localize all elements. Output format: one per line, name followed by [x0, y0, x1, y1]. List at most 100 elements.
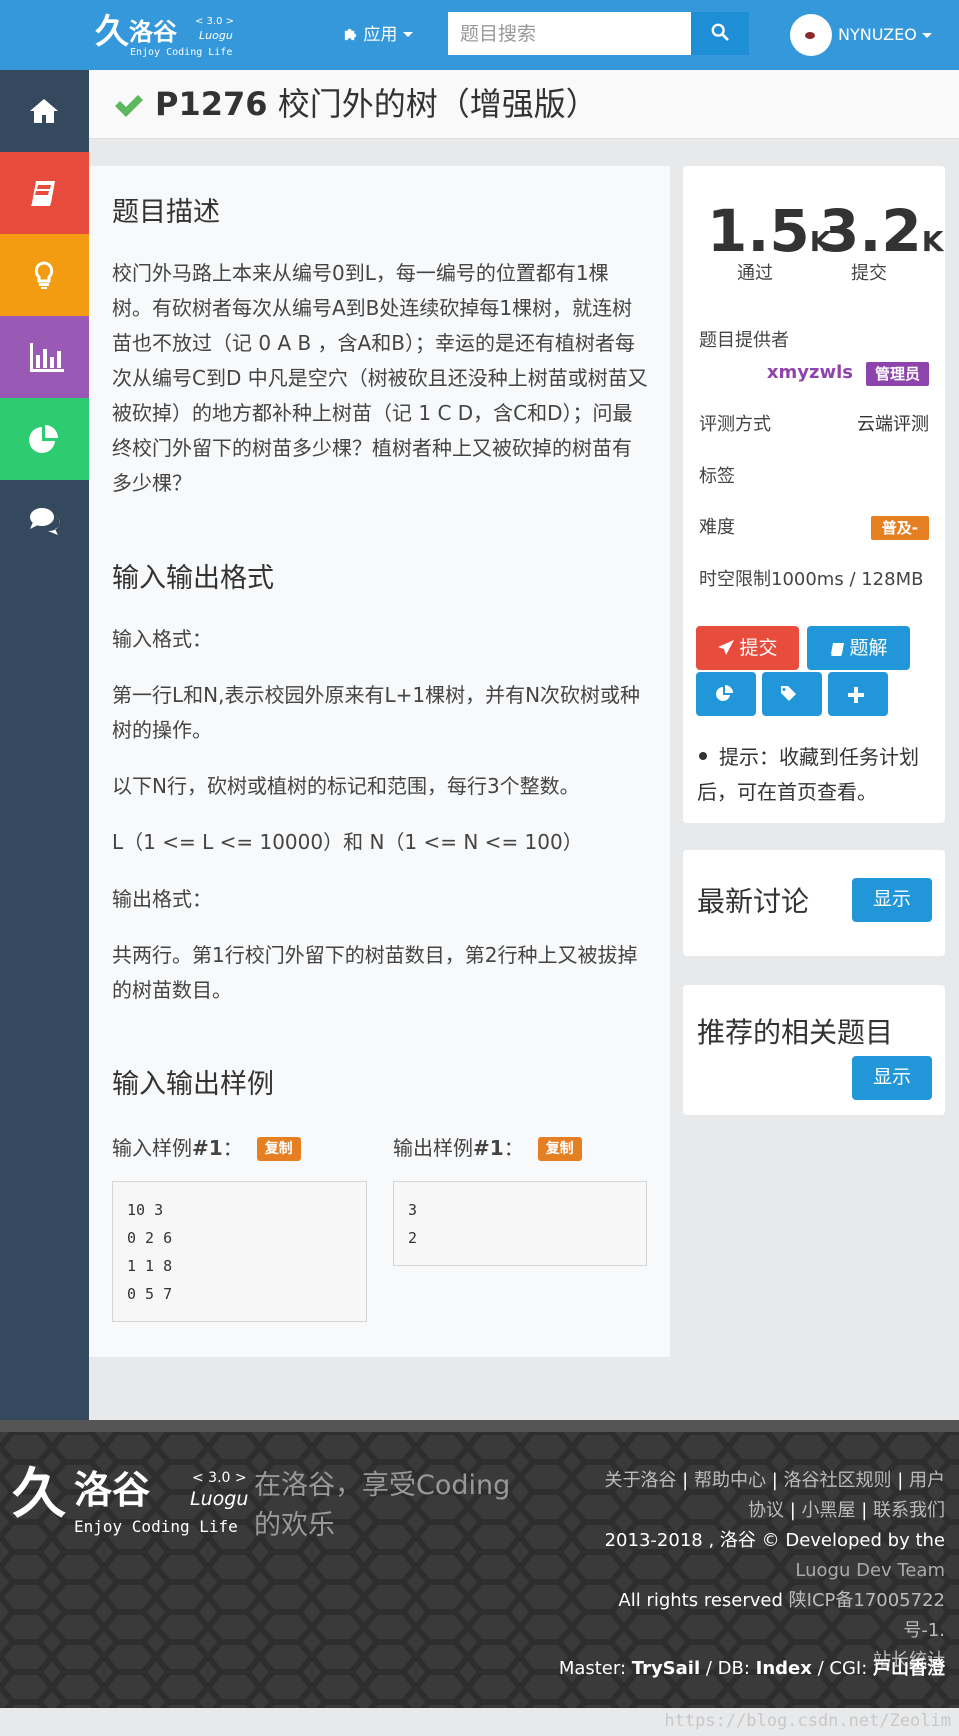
- pie-chart-icon: [29, 425, 58, 453]
- search-button[interactable]: [691, 12, 749, 55]
- output-format-line1: 共两行。第1行校门外留下的树苗数目，第2行种上又被拔掉的树苗数目。: [112, 943, 638, 1002]
- desc-text: 校门外马路上本来从编号0到L，每一编号的位置都有1棵树。有砍树者每次从编号A到B…: [112, 261, 648, 495]
- sidebar-item-records[interactable]: [0, 398, 89, 480]
- sample-heading: 输入输出样例: [112, 1069, 274, 1100]
- footer-link-blacklist[interactable]: 小黑屋: [801, 1500, 855, 1521]
- copy-input-button[interactable]: 复制: [256, 1137, 301, 1161]
- top-navbar: 久 洛谷 < 3.0 > Luogu Enjoy Coding Life 应用 …: [0, 0, 959, 70]
- book-icon: [31, 181, 55, 206]
- logo-glyph: 久: [95, 12, 129, 52]
- footer-link-help[interactable]: 帮助中心: [694, 1470, 766, 1491]
- sidebar-item-home[interactable]: [0, 70, 89, 152]
- logo-sub: Luogu: [199, 29, 233, 42]
- footer-logo-version: < 3.0 >: [192, 1470, 247, 1486]
- bar-chart-icon: [30, 343, 64, 372]
- puzzle-icon: [344, 28, 357, 41]
- judge-value: 云端评测: [857, 414, 929, 435]
- sidebar: [0, 70, 89, 1420]
- role-badge: 管理员: [865, 362, 929, 386]
- sidebar-item-ranking[interactable]: [0, 316, 89, 398]
- provider-name[interactable]: xmyzwls: [767, 360, 853, 386]
- difficulty-label: 难度: [699, 517, 735, 538]
- sample-output-code[interactable]: 3 2: [393, 1181, 647, 1266]
- submit-button[interactable]: 提交: [696, 626, 799, 670]
- page-title: P1276 校门外的树（增强版）: [155, 84, 598, 124]
- search-icon: [711, 23, 729, 41]
- footer-link-about[interactable]: 关于洛谷: [604, 1470, 676, 1491]
- footer-logo-sub: Luogu: [190, 1488, 249, 1510]
- difficulty-badge: 普及-: [870, 516, 929, 540]
- plus-icon: [848, 687, 864, 703]
- nav-app-label: 应用: [363, 25, 398, 45]
- footer-links: 关于洛谷 | 帮助中心 | 洛谷社区规则 | 用户协议 | 小黑屋 | 联系我们…: [604, 1470, 945, 1671]
- footer-icp-link[interactable]: 陕ICP备17005722号-1.: [789, 1590, 945, 1641]
- caret-down-icon: [402, 32, 413, 37]
- nav-app-menu[interactable]: 应用: [343, 22, 413, 48]
- add-to-list-button[interactable]: [828, 672, 888, 716]
- input-format-label: 输入格式：: [112, 627, 212, 651]
- related-show-button[interactable]: 显示: [852, 1056, 932, 1100]
- tags-label: 标签: [699, 466, 735, 487]
- input-format-line1: 第一行L和N,表示校园外原来有L+1棵树，并有N次砍树或种树的操作。: [112, 683, 641, 742]
- discussion-show-button[interactable]: 显示: [852, 878, 932, 922]
- tip-text: 提示：收藏到任务计划后，可在首页查看。: [697, 745, 919, 804]
- footer-logo-tagline: Enjoy Coding Life: [74, 1517, 238, 1536]
- watermark-text: https://blog.csdn.net/Zeolim: [664, 1711, 951, 1731]
- sample-output-label: 输出样例#1： 复制: [393, 1134, 582, 1162]
- luogu-logo[interactable]: 久 洛谷 < 3.0 > Luogu Enjoy Coding Life: [95, 12, 245, 60]
- output-format-label: 输出格式：: [112, 887, 212, 911]
- input-format-line2: 以下N行，砍树或植树的标记和范围，每行3个整数。: [112, 774, 580, 798]
- lightbulb-icon: [34, 261, 54, 289]
- latest-discussion-card: 最新讨论 显示: [683, 850, 945, 956]
- problem-info-card: 1.5K 3.2K 通过 提交 题目提供者 xmyzwls 管理员 评测方式 云…: [683, 166, 945, 823]
- logo-name: 洛谷: [129, 18, 177, 46]
- sidebar-item-discuss[interactable]: [0, 480, 89, 562]
- sidebar-item-training[interactable]: [0, 234, 89, 316]
- logo-version: < 3.0 >: [195, 16, 235, 27]
- pie-chart-icon: [716, 685, 733, 701]
- footer-logo-name: 洛谷: [74, 1468, 151, 1512]
- sample-input-label: 输入样例#1： 复制: [112, 1134, 301, 1162]
- footer-rights: All rights reserved: [618, 1590, 783, 1611]
- judge-label: 评测方式: [699, 414, 771, 435]
- avatar[interactable]: [790, 14, 832, 56]
- footer-logo-glyph: 久: [12, 1462, 66, 1525]
- submitted-label: 提交: [851, 263, 887, 284]
- footer-slogan: 在洛谷，享受Coding的欢乐: [254, 1470, 511, 1541]
- accepted-label: 通过: [737, 263, 773, 284]
- caret-down-icon: [921, 33, 932, 38]
- stats-button[interactable]: [696, 672, 756, 716]
- footer: 久 洛谷 < 3.0 > Luogu Enjoy Coding Life 在洛谷…: [0, 1420, 959, 1708]
- problem-content-card: 题目描述 校门外马路上本来从编号0到L，每一编号的位置都有1棵树。有砍树者每次从…: [89, 166, 670, 1357]
- desc-heading: 题目描述: [112, 197, 220, 228]
- check-icon: [115, 95, 143, 117]
- provider-label: 题目提供者: [699, 330, 789, 351]
- footer-credits: Master: TrySail / DB: Index / CGI: 戸山香澄: [558, 1658, 945, 1679]
- footer-copyright: 2013-2018 , 洛谷 © Developed by the: [604, 1530, 945, 1551]
- paper-plane-icon: [718, 640, 735, 655]
- username: NYNUZEO: [838, 23, 932, 47]
- comments-icon: [30, 508, 60, 535]
- problem-id: P1276: [155, 85, 268, 123]
- search-input[interactable]: [448, 12, 691, 55]
- logo-tagline: Enjoy Coding Life: [130, 47, 233, 58]
- problem-title-bar: P1276 校门外的树（增强版）: [89, 70, 959, 139]
- footer-link-contact[interactable]: 联系我们: [873, 1500, 945, 1521]
- tags-button[interactable]: [762, 672, 822, 716]
- discussion-title: 最新讨论: [697, 885, 810, 918]
- sidebar-item-problems[interactable]: [0, 152, 89, 234]
- footer-link-rules[interactable]: 洛谷社区规则: [783, 1470, 891, 1491]
- related-title: 推荐的相关题目: [697, 1016, 894, 1049]
- limit-text: 时空限制1000ms / 128MB: [699, 569, 924, 590]
- copy-output-button[interactable]: 复制: [537, 1137, 582, 1161]
- problem-title: 校门外的树（增强版）: [277, 85, 598, 123]
- related-problems-card: 推荐的相关题目 显示: [683, 985, 945, 1115]
- sample-input-code[interactable]: 10 3 0 2 6 1 1 8 0 5 7: [112, 1181, 367, 1322]
- home-icon: [30, 99, 58, 123]
- input-format-line3: L（1 <= L <= 10000）和 N（1 <= N <= 100）: [112, 830, 583, 854]
- footer-dev-team-link[interactable]: Luogu Dev Team: [795, 1560, 945, 1581]
- tags-icon: [781, 686, 796, 701]
- footer-logo[interactable]: 久 洛谷 < 3.0 > Luogu Enjoy Coding Life: [12, 1462, 262, 1542]
- bullet-icon: [699, 752, 707, 760]
- solution-button[interactable]: 题解: [807, 626, 910, 670]
